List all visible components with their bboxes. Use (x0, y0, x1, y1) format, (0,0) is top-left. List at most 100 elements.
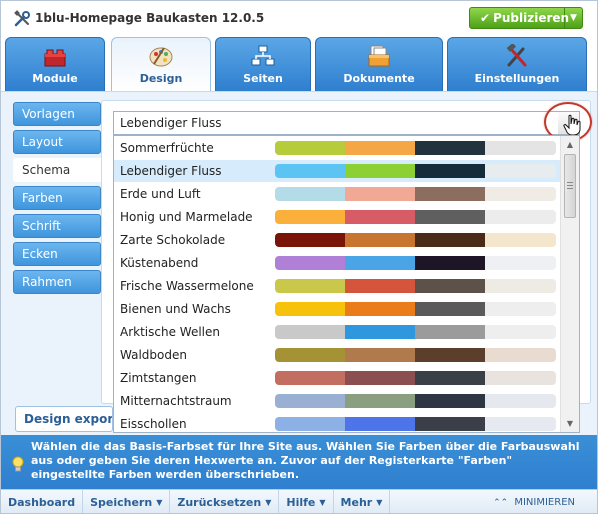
color-swatch (275, 210, 345, 224)
color-swatch (415, 348, 485, 362)
palette-option-label: Honig und Marmelade (120, 210, 253, 224)
color-swatch (275, 164, 345, 178)
module-blocks-icon (44, 49, 66, 67)
mehr-menu[interactable]: Mehr ▼ (334, 489, 391, 513)
palette-option-label: Arktische Wellen (120, 325, 220, 339)
color-swatch (415, 233, 485, 247)
palette-option[interactable]: Zimtstangen (114, 367, 560, 389)
sidebar-item-vorlagen[interactable]: Vorlagen (13, 102, 101, 126)
documents-box-icon (368, 45, 390, 67)
publish-button[interactable]: ✔ Publizieren ▼ (469, 7, 583, 29)
palette-swatches (275, 279, 556, 293)
palette-option-label: Sommerfrüchte (120, 141, 214, 155)
palette-option-label: Frische Wassermelone (120, 279, 254, 293)
palette-option[interactable]: Mitternachtstraum (114, 390, 560, 412)
chevron-down-icon: ▼ (376, 498, 383, 507)
app-window: 1blu-Homepage Baukasten 12.0.5 ✔ Publizi… (0, 0, 598, 514)
palette-option-label: Küstenabend (120, 256, 199, 270)
schema-select[interactable]: Lebendiger Fluss (113, 111, 559, 135)
scroll-down-arrow-icon[interactable]: ▼ (561, 415, 579, 432)
tab-seiten[interactable]: Seiten (215, 37, 311, 91)
hilfe-label: Hilfe (286, 496, 316, 509)
design-export-button[interactable]: Design exportieren (15, 406, 113, 432)
palette-option[interactable]: Eisschollen (114, 413, 560, 432)
palette-option[interactable]: Sommerfrüchte (114, 137, 560, 159)
palette-swatches (275, 256, 556, 270)
speichern-menu[interactable]: Speichern ▼ (83, 489, 171, 513)
sidebar-item-schema[interactable]: Schema (13, 158, 105, 182)
tools-icon (506, 44, 527, 67)
minimize-button[interactable]: ⌃⌃ MINIMIEREN (493, 490, 575, 513)
speichern-label: Speichern (90, 496, 153, 509)
color-swatch (345, 279, 415, 293)
tab-seiten-label: Seiten (243, 72, 283, 85)
thumb-grip (567, 188, 573, 189)
palette-option-label: Eisschollen (120, 417, 187, 431)
palette-option[interactable]: Lebendiger Fluss (114, 160, 560, 182)
color-swatch (345, 348, 415, 362)
main-tabs: Module Design Seiten Dokumente Einstellu… (1, 37, 597, 92)
palette-swatches (275, 164, 556, 178)
color-swatch (275, 233, 345, 247)
hilfe-menu[interactable]: Hilfe ▼ (279, 489, 334, 513)
tab-einstellungen[interactable]: Einstellungen (447, 37, 587, 91)
color-swatch (485, 164, 556, 178)
hand-cursor-icon (563, 114, 581, 136)
tab-design[interactable]: Design (111, 37, 211, 92)
zuruecksetzen-menu[interactable]: Zurücksetzen ▼ (170, 489, 280, 513)
title-bar: 1blu-Homepage Baukasten 12.0.5 ✔ Publizi… (1, 1, 597, 37)
scroll-up-arrow-icon[interactable]: ▲ (561, 136, 579, 153)
color-swatch (345, 141, 415, 155)
publish-main[interactable]: ✔ Publizieren (470, 8, 569, 28)
palette-option[interactable]: Arktische Wellen (114, 321, 560, 343)
palette-option-label: Mitternachtstraum (120, 394, 232, 408)
palette-option[interactable]: Honig und Marmelade (114, 206, 560, 228)
color-swatch (485, 325, 556, 339)
palette-option[interactable]: Zarte Schokolade (114, 229, 560, 251)
color-swatch (275, 187, 345, 201)
palette-option-label: Waldboden (120, 348, 187, 362)
color-swatch (415, 302, 485, 316)
tab-module[interactable]: Module (5, 37, 105, 91)
color-swatch (345, 210, 415, 224)
sidebar-item-rahmen[interactable]: Rahmen (13, 270, 101, 294)
palette-option-label: Bienen und Wachs (120, 302, 231, 316)
color-swatch (415, 187, 485, 201)
color-swatch (485, 394, 556, 408)
palette-option-label: Zimtstangen (120, 371, 197, 385)
color-swatch (415, 325, 485, 339)
palette-option[interactable]: Küstenabend (114, 252, 560, 274)
sidebar-item-ecken[interactable]: Ecken (13, 242, 101, 266)
palette-option[interactable]: Bienen und Wachs (114, 298, 560, 320)
zuruecksetzen-label: Zurücksetzen (177, 496, 262, 509)
palette-swatches (275, 417, 556, 431)
publish-label: Publizieren (493, 11, 570, 25)
tab-einstellungen-label: Einstellungen (474, 72, 560, 85)
palette-option[interactable]: Waldboden (114, 344, 560, 366)
palette-option[interactable]: Erde und Luft (114, 183, 560, 205)
sidebar-item-schrift[interactable]: Schrift (13, 214, 101, 238)
color-swatch (485, 371, 556, 385)
chevron-down-icon: ▼ (156, 498, 163, 507)
color-swatch (345, 302, 415, 316)
sidebar-item-layout[interactable]: Layout (13, 130, 101, 154)
publish-dropdown-icon[interactable]: ▼ (565, 13, 582, 23)
color-swatch (415, 210, 485, 224)
tab-dokumente[interactable]: Dokumente (315, 37, 443, 91)
chevron-down-icon: ▼ (319, 498, 326, 507)
color-swatch (415, 141, 485, 155)
color-swatch (275, 302, 345, 316)
vertical-scrollbar[interactable]: ▲ ▼ (560, 136, 579, 432)
tab-module-label: Module (32, 72, 78, 85)
sidebar-item-farben[interactable]: Farben (13, 186, 101, 210)
chevron-down-icon: ▼ (265, 498, 272, 507)
palette-option[interactable]: Frische Wassermelone (114, 275, 560, 297)
color-swatch (345, 187, 415, 201)
scroll-thumb[interactable] (564, 154, 576, 218)
color-swatch (485, 141, 556, 155)
color-swatch (345, 417, 415, 431)
color-swatch (415, 371, 485, 385)
dashboard-button[interactable]: Dashboard (1, 489, 84, 513)
color-swatch (415, 279, 485, 293)
bottom-toolbar: Dashboard Speichern ▼ Zurücksetzen ▼ Hil… (1, 489, 597, 513)
